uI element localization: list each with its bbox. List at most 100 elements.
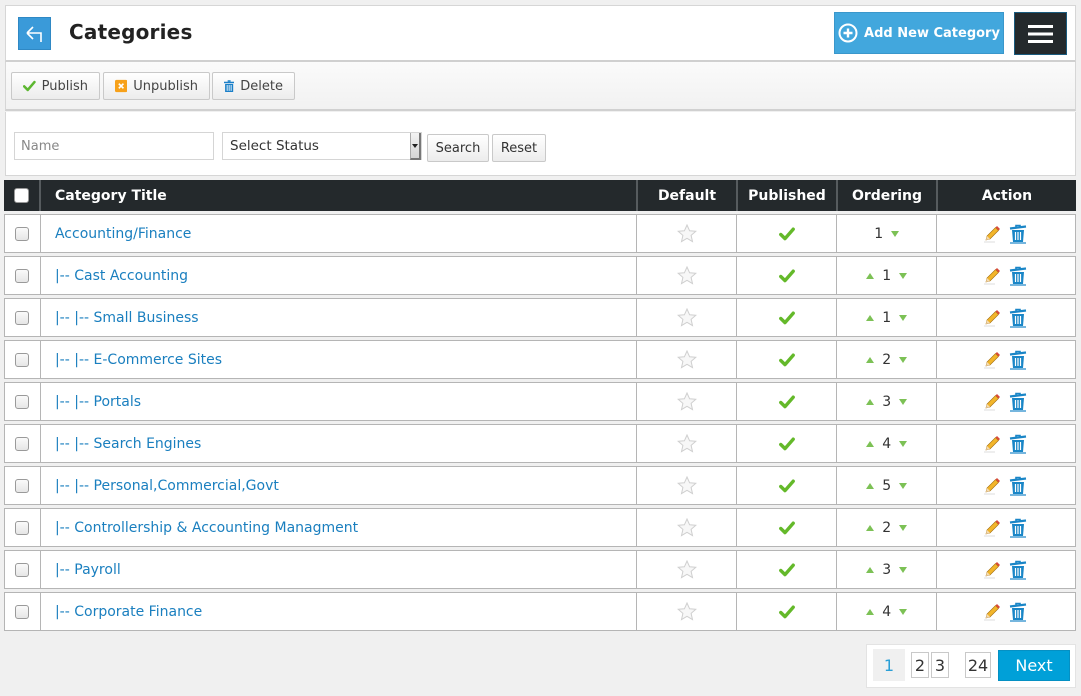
order-up-icon[interactable] <box>866 272 875 279</box>
edit-pencil-icon[interactable] <box>983 393 1001 411</box>
order-down-icon[interactable] <box>899 356 908 363</box>
order-down-icon[interactable] <box>899 566 908 573</box>
unpublish-button[interactable]: Unpublish <box>103 72 210 100</box>
order-down-icon[interactable] <box>891 230 900 237</box>
order-up-icon[interactable] <box>866 524 875 531</box>
row-checkbox[interactable] <box>15 604 30 619</box>
action-cell <box>937 593 1075 630</box>
delete-trash-icon[interactable] <box>1007 434 1029 454</box>
published-check-icon[interactable] <box>778 311 795 325</box>
star-icon[interactable] <box>676 392 697 411</box>
order-down-icon[interactable] <box>899 398 908 405</box>
order-up-icon[interactable] <box>866 398 875 405</box>
table-row: |-- |-- Search Engines 4 <box>4 424 1076 463</box>
page-3[interactable]: 3 <box>931 652 949 678</box>
order-down-icon[interactable] <box>899 524 908 531</box>
category-title-link[interactable]: |-- |-- Personal,Commercial,Govt <box>55 478 279 494</box>
order-down-icon[interactable] <box>899 482 908 489</box>
star-icon[interactable] <box>676 308 697 327</box>
delete-trash-icon[interactable] <box>1007 476 1029 496</box>
order-up-icon[interactable] <box>866 482 875 489</box>
star-icon[interactable] <box>676 434 697 453</box>
star-icon[interactable] <box>676 266 697 285</box>
delete-trash-icon[interactable] <box>1007 224 1029 244</box>
reset-button[interactable]: Reset <box>492 134 546 162</box>
order-up-icon[interactable] <box>866 566 875 573</box>
order-up-icon[interactable] <box>866 356 875 363</box>
page-current[interactable]: 1 <box>873 649 905 681</box>
category-title-link[interactable]: |-- Controllership & Accounting Managmen… <box>55 520 358 536</box>
row-checkbox[interactable] <box>15 478 30 493</box>
row-checkbox[interactable] <box>15 436 30 451</box>
published-check-icon[interactable] <box>778 353 795 367</box>
category-title-link[interactable]: |-- |-- Search Engines <box>55 436 201 452</box>
status-select[interactable]: Select Status <box>222 132 422 160</box>
delete-trash-icon[interactable] <box>1007 602 1029 622</box>
delete-trash-icon[interactable] <box>1007 560 1029 580</box>
edit-pencil-icon[interactable] <box>983 561 1001 579</box>
publish-button[interactable]: Publish <box>11 72 100 100</box>
published-check-icon[interactable] <box>778 563 795 577</box>
delete-trash-icon[interactable] <box>1007 266 1029 286</box>
add-new-category-button[interactable]: Add New Category <box>834 12 1004 54</box>
category-title-link[interactable]: |-- Cast Accounting <box>55 268 188 284</box>
published-check-icon[interactable] <box>778 269 795 283</box>
edit-pencil-icon[interactable] <box>983 519 1001 537</box>
order-up-icon[interactable] <box>866 608 875 615</box>
select-all-checkbox[interactable] <box>14 188 29 203</box>
published-check-icon[interactable] <box>778 521 795 535</box>
delete-trash-icon[interactable] <box>1007 518 1029 538</box>
order-down-icon[interactable] <box>899 272 908 279</box>
column-header-title[interactable]: Category Title <box>41 180 638 211</box>
star-icon[interactable] <box>676 476 697 495</box>
row-checkbox[interactable] <box>15 268 30 283</box>
back-button[interactable] <box>18 17 51 50</box>
order-up-icon[interactable] <box>866 440 875 447</box>
published-check-icon[interactable] <box>778 479 795 493</box>
page-last[interactable]: 24 <box>965 652 991 678</box>
published-check-icon[interactable] <box>778 605 795 619</box>
edit-pencil-icon[interactable] <box>983 309 1001 327</box>
name-search-input[interactable] <box>14 132 214 160</box>
published-check-icon[interactable] <box>778 227 795 241</box>
category-title-link[interactable]: |-- |-- Small Business <box>55 310 199 326</box>
order-down-icon[interactable] <box>899 314 908 321</box>
order-up-icon[interactable] <box>866 314 875 321</box>
star-icon[interactable] <box>676 350 697 369</box>
row-checkbox[interactable] <box>15 226 30 241</box>
row-checkbox[interactable] <box>15 520 30 535</box>
delete-trash-icon[interactable] <box>1007 350 1029 370</box>
order-down-icon[interactable] <box>899 440 908 447</box>
star-icon[interactable] <box>676 560 697 579</box>
row-select-cell <box>5 299 41 336</box>
category-title-link[interactable]: |-- |-- E-Commerce Sites <box>55 352 222 368</box>
row-checkbox[interactable] <box>15 310 30 325</box>
table-row: Accounting/Finance 1 <box>4 214 1076 253</box>
edit-pencil-icon[interactable] <box>983 603 1001 621</box>
edit-pencil-icon[interactable] <box>983 351 1001 369</box>
published-check-icon[interactable] <box>778 437 795 451</box>
edit-pencil-icon[interactable] <box>983 225 1001 243</box>
edit-pencil-icon[interactable] <box>983 477 1001 495</box>
row-checkbox[interactable] <box>15 352 30 367</box>
star-icon[interactable] <box>676 518 697 537</box>
page-2[interactable]: 2 <box>911 652 929 678</box>
star-icon[interactable] <box>676 602 697 621</box>
delete-trash-icon[interactable] <box>1007 308 1029 328</box>
category-title-link[interactable]: Accounting/Finance <box>55 226 191 242</box>
menu-button[interactable] <box>1014 12 1067 55</box>
category-title-link[interactable]: |-- Payroll <box>55 562 121 578</box>
category-title-link[interactable]: |-- Corporate Finance <box>55 604 202 620</box>
category-title-link[interactable]: |-- |-- Portals <box>55 394 141 410</box>
next-page-button[interactable]: Next <box>998 650 1070 681</box>
row-checkbox[interactable] <box>15 394 30 409</box>
search-button[interactable]: Search <box>427 134 489 162</box>
delete-trash-icon[interactable] <box>1007 392 1029 412</box>
star-icon[interactable] <box>676 224 697 243</box>
delete-button[interactable]: Delete <box>212 72 295 100</box>
order-down-icon[interactable] <box>899 608 908 615</box>
edit-pencil-icon[interactable] <box>983 435 1001 453</box>
edit-pencil-icon[interactable] <box>983 267 1001 285</box>
row-checkbox[interactable] <box>15 562 30 577</box>
published-check-icon[interactable] <box>778 395 795 409</box>
